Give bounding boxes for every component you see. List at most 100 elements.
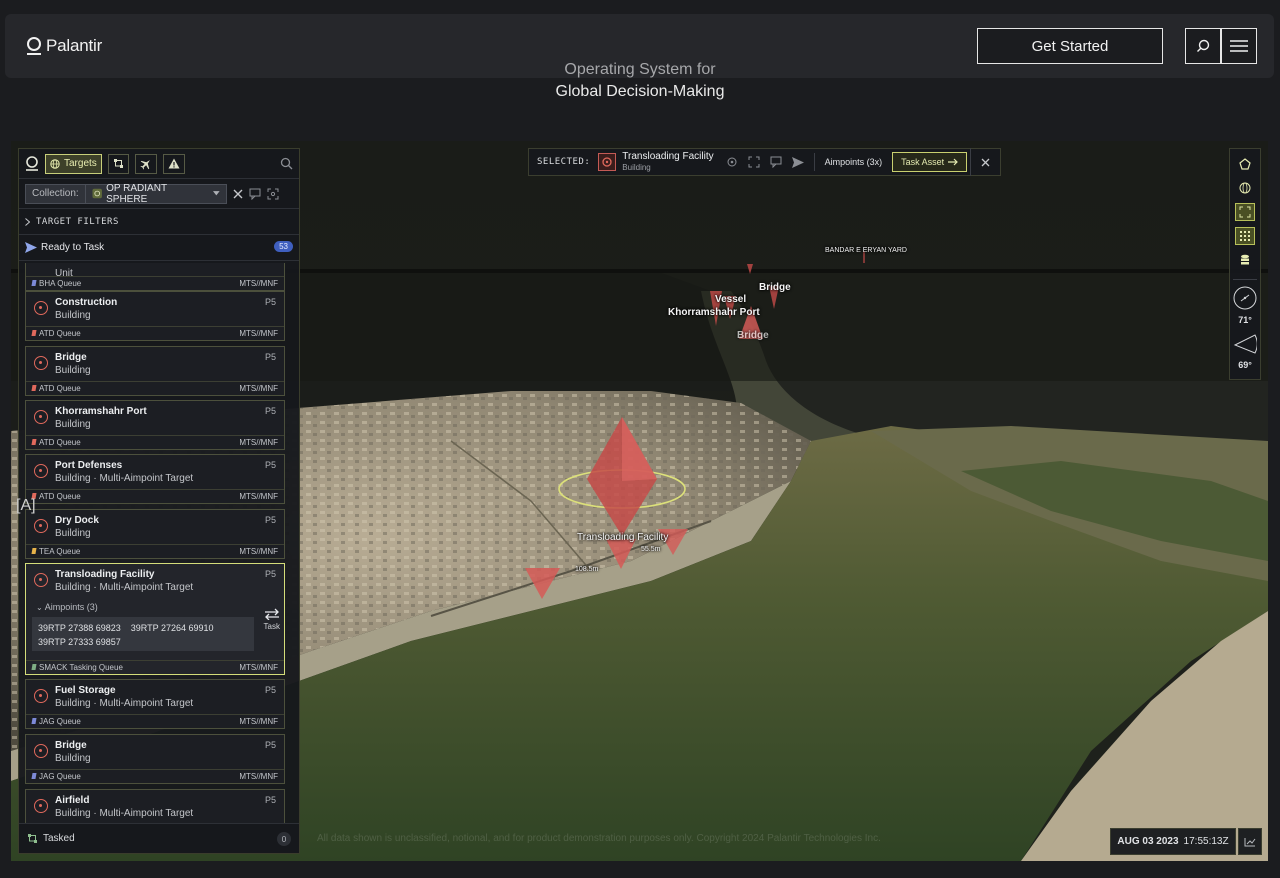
queue-label: ATD Queue	[39, 384, 81, 393]
chart-icon	[1244, 837, 1256, 846]
target-card[interactable]: Port Defenses Building · Multi-Aimpoint T…	[25, 454, 285, 504]
map-label-bridge-mid[interactable]: Bridge	[737, 330, 769, 341]
target-card[interactable]: Bridge Building P5 JAG Queue MTS//MNF	[25, 734, 285, 784]
globe-icon	[1239, 182, 1251, 194]
targets-panel: Targets Collection: OP RADIANT SPHERE TA…	[18, 148, 300, 854]
map-tool-grid[interactable]	[1235, 227, 1255, 245]
target-card[interactable]: Bridge Building P5 ATD Queue MTS//MNF	[25, 346, 285, 396]
aimpoint-coordinate[interactable]: 39RTP 27264 69910	[131, 623, 214, 633]
target-card[interactable]: Construction Building P5 ATD Queue MTS//MNF	[25, 291, 285, 341]
palantir-mark-icon	[27, 37, 41, 55]
search-icon[interactable]	[280, 157, 293, 170]
tab-targets-label: Targets	[64, 158, 97, 169]
locate-icon[interactable]	[726, 156, 738, 168]
heading-value: 71°	[1238, 315, 1252, 325]
selected-target-name: Transloading Facility	[622, 151, 714, 162]
queue-label: BHA Queue	[39, 279, 82, 288]
aimpoints-toggle[interactable]: ⌄ Aimpoints (3)	[26, 598, 284, 614]
aimpoints-count[interactable]: Aimpoints (3x)	[815, 157, 893, 167]
aimpoint-coordinate[interactable]: 39RTP 27333 69857	[38, 637, 121, 647]
search-icon	[1197, 39, 1210, 52]
palantir-logo[interactable]: Palantir	[27, 36, 102, 56]
map-tool-home[interactable]	[1235, 155, 1255, 173]
priority-label: P5	[264, 406, 276, 416]
priority-label: P5	[264, 685, 276, 695]
map-tool-frame[interactable]	[1235, 203, 1255, 221]
map-label-transloading-facility[interactable]: Transloading Facility	[577, 532, 668, 543]
classification-label: MTS//MNF	[239, 772, 278, 781]
map-tool-globe[interactable]	[1235, 179, 1255, 197]
priority-label: P5	[264, 460, 276, 470]
target-reticle-icon	[598, 153, 617, 171]
target-card[interactable]: Airfield Building · Multi-Aimpoint Target…	[25, 789, 285, 823]
ready-to-task-header[interactable]: Ready to Task 53	[19, 235, 299, 261]
close-selection-button[interactable]	[970, 148, 1000, 176]
comment-icon[interactable]	[770, 156, 782, 168]
tagline-line-2: Global Decision-Making	[555, 83, 725, 100]
collection-selector[interactable]: Collection: OP RADIANT SPHERE	[25, 183, 227, 205]
target-subtitle: Building	[55, 419, 91, 430]
target-card-footer: JAG Queue MTS//MNF	[26, 769, 284, 783]
target-card-selected[interactable]: Transloading Facility Building · Multi-Ai…	[25, 563, 285, 675]
network-icon	[113, 159, 123, 168]
close-icon[interactable]	[233, 189, 243, 199]
target-subtitle: Building · Multi-Aimpoint Target	[55, 473, 194, 484]
comment-icon[interactable]	[249, 188, 261, 200]
map-viewport[interactable]: BANDAR E ERYAN YARD Bridge Vessel Khorra…	[11, 141, 1268, 861]
target-icon	[34, 356, 48, 370]
target-icon	[34, 410, 48, 424]
tab-alerts[interactable]	[162, 153, 185, 174]
map-label-vessel[interactable]: Vessel	[715, 294, 746, 305]
map-label-distance-2: 108.5m	[575, 566, 599, 573]
disclaimer-text: All data shown is unclassified, notional…	[317, 833, 881, 844]
target-filters-toggle[interactable]: TARGET FILTERS	[19, 209, 299, 235]
tab-air-assets[interactable]	[134, 153, 157, 174]
queue-label: JAG Queue	[39, 717, 81, 726]
tasked-label: Tasked	[43, 833, 75, 844]
priority-label: P5	[264, 569, 276, 579]
network-icon	[28, 834, 37, 843]
target-icon	[34, 573, 48, 587]
tab-network[interactable]	[107, 153, 129, 174]
aimpoints-list: 39RTP 27388 69823 39RTP 27264 69910 39RT…	[32, 617, 254, 651]
collection-dropdown[interactable]: OP RADIANT SPHERE	[86, 183, 226, 205]
target-subtitle: Building	[55, 528, 91, 539]
palantir-mark-icon[interactable]	[25, 155, 39, 172]
fit-view-icon[interactable]	[267, 188, 279, 200]
map-tool-layers[interactable]	[1235, 251, 1255, 269]
selected-label: SELECTED:	[537, 157, 591, 167]
tab-targets[interactable]: Targets	[45, 153, 102, 174]
priority-label: P5	[264, 297, 276, 307]
target-list[interactable]: Unit BHA Queue MTS//MNF Construction Build…	[25, 263, 285, 823]
collection-label: Collection:	[26, 184, 86, 203]
target-card[interactable]: Fuel Storage Building · Multi-Aimpoint Ta…	[25, 679, 285, 729]
task-button[interactable]: Task	[264, 608, 280, 631]
tasked-section[interactable]: Tasked 0	[19, 823, 299, 853]
target-subtitle: Building	[55, 310, 91, 321]
target-card-partial[interactable]: Unit BHA Queue MTS//MNF	[25, 263, 285, 291]
queue-label: ATD Queue	[39, 492, 81, 501]
tagline-line-1: Operating System for	[564, 61, 716, 78]
queue-label: ATD Queue	[39, 329, 81, 338]
timestamp-time: 17:55:13Z	[1183, 836, 1229, 847]
target-subtitle: Building	[55, 365, 91, 376]
map-label-khorramshahr-port[interactable]: Khorramshahr Port	[668, 307, 760, 318]
target-card[interactable]: Dry Dock Building P5 TEA Queue MTS//MNF	[25, 509, 285, 559]
warning-icon	[168, 158, 180, 169]
aimpoint-coordinate[interactable]: 39RTP 27388 69823	[38, 623, 121, 633]
tilt-control[interactable]: 69°	[1232, 333, 1258, 370]
send-icon[interactable]	[791, 156, 804, 168]
fit-view-icon[interactable]	[748, 156, 760, 168]
task-asset-button[interactable]: Task Asset	[892, 152, 968, 172]
timestamp-display: AUG 03 2023 17:55:13Z	[1110, 828, 1236, 855]
tilt-value: 69°	[1238, 360, 1252, 370]
target-card[interactable]: Khorramshahr Port Building P5 ATD Queue MTS…	[25, 400, 285, 450]
map-label-bridge-top[interactable]: Bridge	[759, 282, 791, 293]
priority-label: P5	[264, 795, 276, 805]
compass-heading[interactable]: 71°	[1232, 286, 1258, 325]
timeline-toggle-button[interactable]	[1238, 828, 1262, 855]
selected-target-info[interactable]: Transloading Facility Building	[616, 151, 721, 173]
target-card-footer: SMACK Tasking Queue MTS//MNF	[26, 660, 284, 674]
timestamp-date: AUG 03 2023	[1117, 836, 1179, 847]
hamburger-icon	[1230, 40, 1248, 52]
